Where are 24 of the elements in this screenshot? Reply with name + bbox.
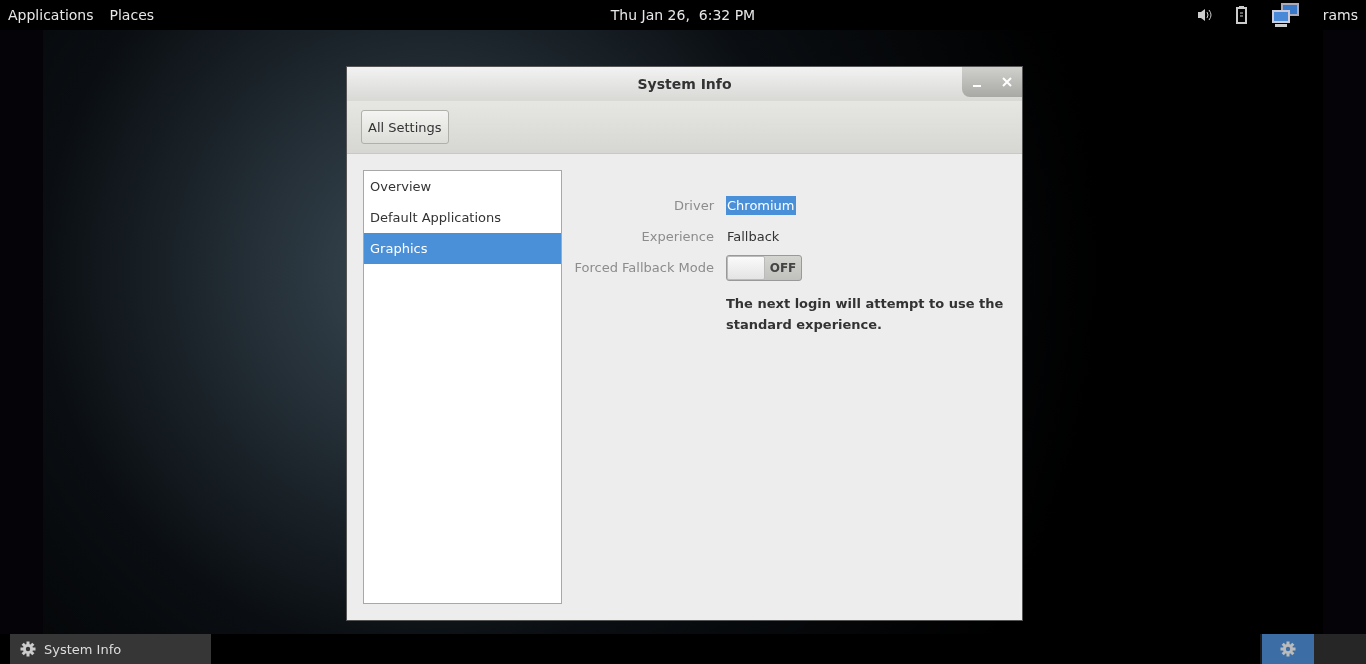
network-computers-icon[interactable] bbox=[1270, 2, 1301, 28]
clock[interactable]: Thu Jan 26, 6:32 PM bbox=[610, 7, 756, 23]
top-bar-menu[interactable]: Places bbox=[109, 7, 155, 23]
gear-icon bbox=[1280, 641, 1296, 657]
top-bar-menu[interactable]: Applications bbox=[8, 7, 94, 23]
window-title: System Info bbox=[637, 76, 732, 92]
taskbar-task[interactable]: System Info bbox=[10, 634, 211, 664]
note-text: The next login will attempt to use the standard experience. bbox=[726, 295, 1005, 334]
minimize-icon bbox=[973, 85, 981, 87]
sidebar-item[interactable]: Default Applications bbox=[364, 202, 561, 233]
battery-icon[interactable] bbox=[1234, 6, 1249, 24]
field-label: Forced Fallback Mode bbox=[573, 259, 714, 277]
field-label: Experience bbox=[640, 228, 714, 246]
field-value: Chromium bbox=[726, 196, 796, 215]
gear-icon bbox=[20, 641, 36, 657]
volume-icon[interactable] bbox=[1196, 8, 1213, 22]
field-value: Fallback bbox=[726, 228, 781, 246]
all-settings-button[interactable]: All Settings bbox=[361, 110, 449, 144]
close-icon bbox=[1002, 77, 1012, 87]
sidebar-item[interactable]: Overview bbox=[364, 171, 561, 202]
toggle-switch[interactable]: OFF bbox=[726, 254, 802, 281]
user-name[interactable]: rams bbox=[1322, 7, 1358, 23]
workspace[interactable] bbox=[1262, 634, 1314, 664]
field-label: Driver bbox=[673, 197, 714, 215]
